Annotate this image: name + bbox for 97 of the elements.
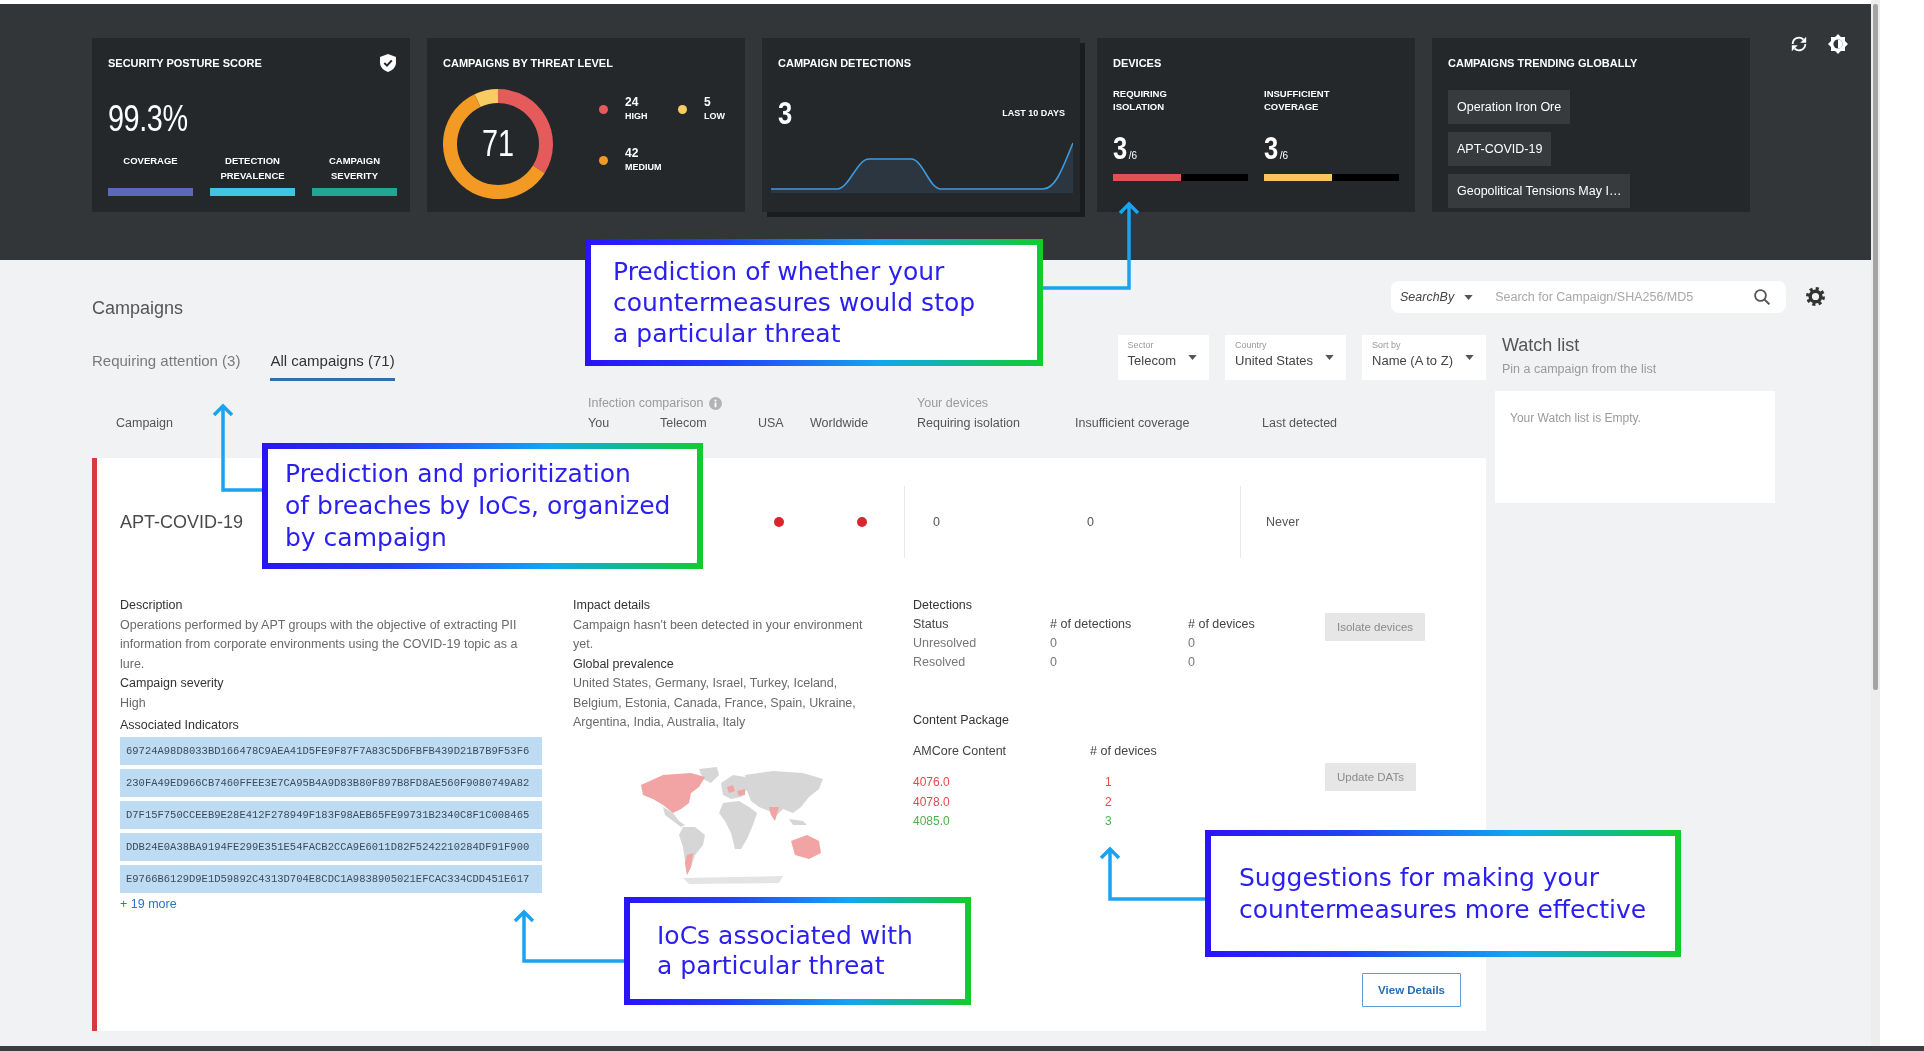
column-header: Worldwide — [810, 416, 869, 431]
table-cell-text: 0 — [1050, 635, 1057, 652]
settings-icon[interactable] — [1806, 287, 1825, 306]
device-total: /6 — [1279, 150, 1289, 161]
indicator-hash: DDB24E0A38BA9194FE299E351E54FACB2CCA9E6011D82F5242210284DF91F900 — [120, 832, 542, 861]
column-header: Campaign — [116, 416, 173, 431]
column-header: Status — [913, 616, 949, 633]
tab[interactable]: All campaigns (71) — [270, 335, 395, 381]
severity-value: High — [120, 694, 146, 712]
legend-label: LOW — [704, 110, 725, 123]
indicator-hash: E9766B6129D9E1D59892C4313D704E8CDC1A9838905021EFCAC334CDD451E617 — [120, 864, 542, 893]
table-cell-text: 0 — [1188, 635, 1195, 652]
column-header: Telecom — [660, 416, 707, 431]
card-title: CAMPAIGNS BY THREAT LEVEL — [443, 57, 613, 70]
description-text: Operations performed by APT groups with the objective of extracting PII information from corporate environments using the COVID-19 topic as a lure. — [120, 616, 519, 673]
score-value: 99.3% — [108, 99, 188, 139]
column-header: # of detections — [1050, 616, 1132, 633]
device-count: 3 — [1113, 130, 1128, 166]
card-title: CAMPAIGNS TRENDING GLOBALLY — [1448, 57, 1638, 70]
table-cell-text: 3 — [1105, 813, 1112, 830]
column-group-title: Your devices — [917, 396, 989, 411]
filter-dropdown[interactable]: Sort by Name (A to Z) — [1362, 335, 1486, 380]
table-cell-text: 0 — [1050, 654, 1057, 671]
column-header: Last detected — [1262, 416, 1338, 431]
card-title: SECURITY POSTURE SCORE — [108, 57, 262, 70]
search-icon[interactable] — [1754, 289, 1770, 305]
table-cell-text: 4076.0 — [913, 774, 950, 791]
campaign-name[interactable]: APT-COVID-19 — [120, 511, 244, 533]
table-cell-text: 4078.0 — [913, 793, 950, 811]
card-title: DEVICES — [1113, 57, 1162, 70]
search-field[interactable]: SearchBy Search for Campaign/SHA256/MD5 — [1391, 281, 1786, 313]
table-cell-text: 0 — [1086, 514, 1095, 531]
card-title: CAMPAIGN DETECTIONS — [778, 57, 912, 70]
table-cell-text: 1 — [1105, 774, 1112, 791]
view-details-button[interactable]: View Details — [1362, 973, 1461, 1007]
watch-list-title: Watch list — [1502, 334, 1580, 356]
campaign-chip[interactable]: Geopolitical Tensions May I… — [1448, 174, 1631, 208]
device-metric-label: REQUIRING ISOLATION — [1113, 87, 1168, 113]
device-metric-label: INSUFFICIENT COVERAGE — [1264, 87, 1331, 113]
indicator-hash: D7F15F750CCEEB9E28E412F278949F183F98AEB65FE99731B2340C8F1C008465 — [120, 800, 542, 829]
caret-icon — [1464, 294, 1474, 300]
impact-text: Campaign hasn't been detected in your environment yet. — [573, 616, 864, 653]
legend-label: HIGH — [625, 110, 648, 123]
column-group-title: Infection comparison — [588, 396, 704, 411]
section-label: Impact details — [573, 597, 651, 614]
tab[interactable]: Requiring attention (3) — [92, 335, 241, 381]
indicator-hash: 230FA49ED966CB7460FFEE3E7CA95B4A9D83B80F897B8FD8AE560F9080749A82 — [120, 768, 542, 797]
section-label: Detections — [913, 597, 973, 614]
donut-total: 71 — [482, 124, 514, 164]
column-header: # of devices — [1090, 742, 1157, 760]
table-cell: Never — [1240, 486, 1486, 558]
prevalence-text: United States, Germany, Israel, Turkey, Iceland, Belgium, Estonia, Canada, France, Spain, Ukraine, Argentina, India, Australia, Italy — [573, 675, 857, 731]
section-label: Associated Indicators — [120, 717, 239, 734]
table-cell-text: Resolved — [913, 654, 966, 671]
section-label: Description — [120, 597, 183, 614]
period-label: LAST 10 DAYS — [1002, 107, 1065, 119]
metric-label: COVERAGE — [123, 154, 178, 168]
shield-check-icon — [380, 54, 396, 72]
legend-count: 42 — [625, 146, 639, 161]
campaign-chip[interactable]: Operation Iron Ore — [1448, 90, 1571, 124]
legend-count: 5 — [704, 95, 711, 110]
table-cell-text: 0 — [1188, 654, 1195, 671]
empty-message: Your Watch list is Empty. — [1510, 410, 1641, 426]
filter-dropdown[interactable]: Sector Telecom — [1117, 335, 1210, 380]
filter-dropdown[interactable]: Country United States — [1225, 335, 1347, 380]
detections-count: 3 — [778, 95, 793, 131]
refresh-icon[interactable] — [1790, 35, 1808, 53]
column-header: USA — [758, 416, 784, 431]
column-header: AMCore Content — [913, 742, 1007, 760]
legend-count: 24 — [625, 95, 639, 110]
table-cell-text: 2 — [1105, 793, 1112, 811]
scrollbar[interactable] — [1871, 0, 1880, 1046]
table-cell-text: 4085.0 — [913, 813, 950, 830]
more-link[interactable]: + 19 more — [120, 894, 177, 914]
section-title: Campaigns — [92, 297, 184, 319]
column-header: You — [588, 416, 610, 431]
caret-icon — [1465, 355, 1474, 360]
device-total: /6 — [1128, 150, 1138, 161]
table-cell-text: Unresolved — [913, 635, 977, 652]
search-by-dropdown[interactable]: SearchBy — [1400, 290, 1474, 304]
metric-label: DETECTION PREVALENCE — [219, 154, 286, 183]
caret-icon — [1188, 355, 1198, 360]
device-count: 3 — [1264, 130, 1279, 166]
metric-label: CAMPAIGN SEVERITY — [328, 154, 381, 183]
indicator-hash: 69724A98D8033BD166478C9AEA41D5FE9F87F7A83C5D6FBFB439D21B7B9F53F6 — [120, 736, 542, 765]
column-header: Insufficient coverage — [1075, 416, 1190, 431]
section-label: Content Package — [913, 712, 1009, 729]
section-label: Global prevalence — [573, 655, 674, 673]
section-label: Campaign severity — [120, 675, 224, 692]
column-header: # of devices — [1188, 616, 1255, 633]
column-header: Requiring isolation — [917, 416, 1020, 431]
table-cell: 0 — [904, 486, 1059, 558]
caret-icon — [1325, 355, 1335, 360]
legend-label: MEDIUM — [625, 161, 662, 174]
watch-list-subtitle: Pin a campaign from the list — [1502, 361, 1657, 377]
campaign-chip[interactable]: APT-COVID-19 — [1448, 132, 1552, 166]
brightness-icon[interactable] — [1828, 34, 1848, 54]
